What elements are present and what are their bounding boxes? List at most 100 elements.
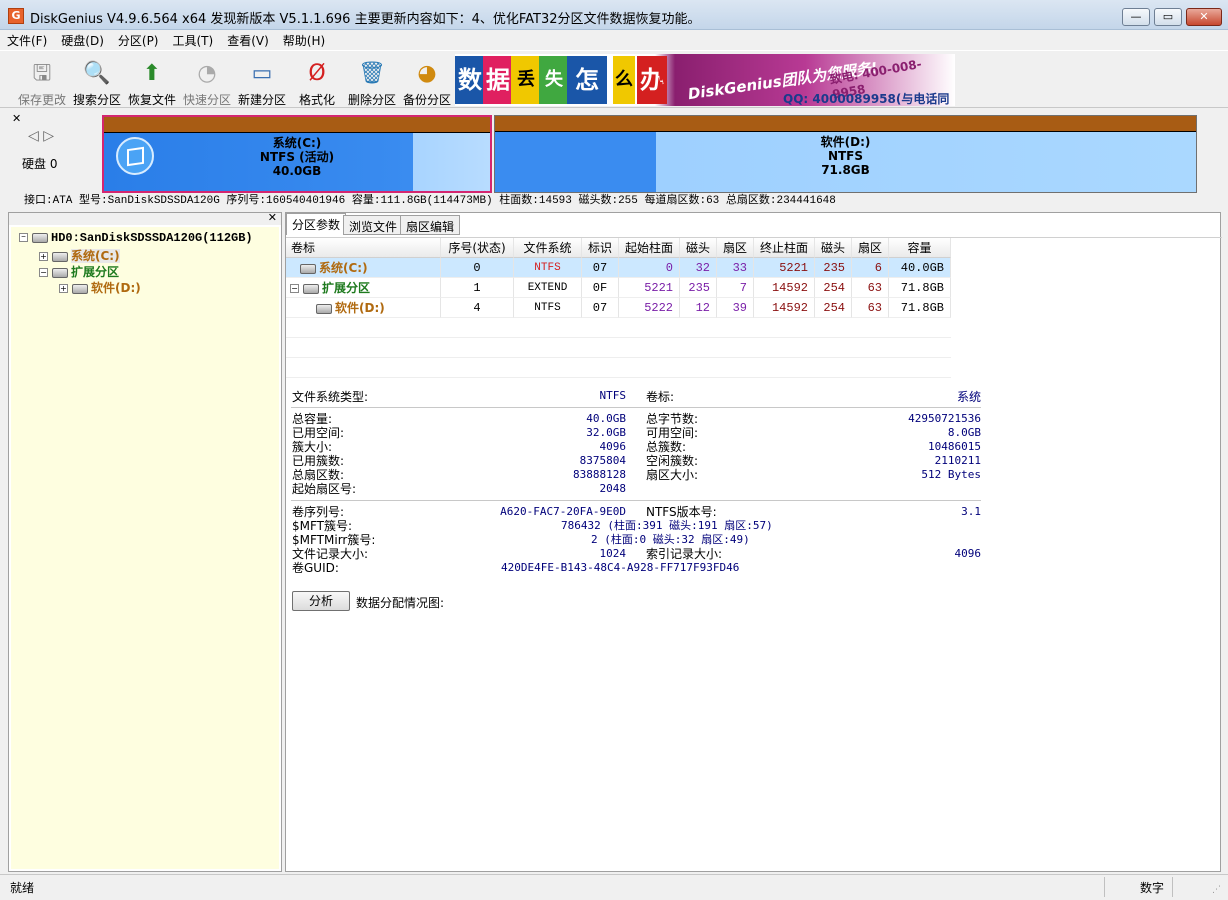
partition-d-block[interactable]: 软件(D:) NTFS 71.8GB [494, 115, 1197, 193]
partition-d-name: 软件(D:) [820, 135, 871, 149]
total-capacity-label: 总容量: [292, 412, 333, 426]
collapse-icon[interactable]: − [19, 233, 28, 243]
title-bar: G DiskGenius V4.9.6.564 x64 发现新版本 V5.1.1… [0, 0, 1228, 30]
col-index[interactable]: 序号(状态) [441, 238, 514, 258]
detail-left-values: 40.0GB 32.0GB 4096 8375804 83888128 2048 [466, 412, 626, 496]
minimize-button[interactable]: — [1122, 8, 1150, 26]
banner-char-4: 失 [539, 56, 569, 104]
banner-char-6: 么 [613, 56, 635, 104]
backup-partition-button[interactable]: ◕ 备份分区 [399, 56, 455, 108]
partition-table: 卷标 序号(状态) 文件系统 标识 起始柱面 磁头 扇区 终止柱面 磁头 扇区 … [286, 237, 1222, 383]
disk-tree-pane: ✕ − HD0:SanDiskSDSSDA120G(112GB) + 系统(C:) … [8, 211, 282, 872]
close-diskmap-icon[interactable]: ✕ [12, 112, 21, 125]
status-text: 就绪 [10, 881, 35, 895]
cell-start-sector: 33 [717, 258, 754, 278]
search-partition-button[interactable]: 🔍 搜索分区 [69, 56, 125, 108]
window-title: DiskGenius V4.9.6.564 x64 发现新版本 V5.1.1.6… [30, 12, 701, 27]
disk-nav-arrows[interactable]: ◁ ▷ [28, 128, 54, 144]
divider [291, 500, 981, 501]
format-button[interactable]: Ø 格式化 [289, 56, 345, 108]
col-end-cyl[interactable]: 终止柱面 [754, 238, 815, 258]
cell-start-sector: 7 [717, 278, 754, 298]
expand-icon[interactable]: + [59, 284, 68, 293]
collapse-icon[interactable]: − [39, 268, 48, 277]
col-start-cyl[interactable]: 起始柱面 [619, 238, 680, 258]
tab-sector-editor[interactable]: 扇区编辑 [400, 215, 461, 235]
col-start-sector[interactable]: 扇区 [717, 238, 754, 258]
partition-c-block[interactable]: 系统(C:) NTFS (活动) 40.0GB [102, 115, 492, 193]
format-label: 格式化 [298, 93, 335, 107]
menu-view[interactable]: 查看(V) [220, 30, 276, 49]
ntfs-version-value: 3.1 [961, 505, 981, 518]
cell-index: 0 [441, 258, 514, 278]
total-capacity-value: 40.0GB [586, 412, 626, 425]
detail-ntfs-values: A620-FAC7-20FA-9E0D 786432 (柱面:391 磁头:19… [426, 505, 773, 575]
cell-start-sector: 39 [717, 298, 754, 318]
col-id[interactable]: 标识 [582, 238, 619, 258]
tab-browse-files[interactable]: 浏览文件 [343, 215, 404, 235]
tree-c-label: 系统(C:) [71, 249, 120, 263]
disk-icon [32, 232, 48, 243]
col-start-head[interactable]: 磁头 [680, 238, 717, 258]
tree-node-extended[interactable]: − 扩展分区 [39, 263, 119, 280]
tree-node-disk[interactable]: − HD0:SanDiskSDSSDA120G(112GB) [19, 231, 253, 245]
save-changes-button[interactable]: 🖫 保存更改 [14, 56, 70, 108]
cell-id: 07 [582, 298, 619, 318]
file-record-size-value: 1024 [599, 547, 627, 560]
col-end-sector[interactable]: 扇区 [852, 238, 889, 258]
menu-disk[interactable]: 硬盘(D) [54, 30, 111, 49]
extended-partition-icon [52, 267, 68, 278]
maximize-button[interactable]: ▭ [1154, 8, 1182, 26]
recover-icon: ⬆ [142, 61, 162, 86]
cell-volume-text: 系统(C:) [319, 261, 368, 275]
cell-fs: NTFS [514, 298, 582, 318]
disk-info: 接口:ATA 型号:SanDiskSDSSDA120G 序列号:16054040… [24, 195, 836, 207]
collapse-icon[interactable]: − [290, 284, 299, 293]
new-partition-button[interactable]: ▭ 新建分区 [234, 56, 290, 108]
start-sector-value: 2048 [599, 482, 627, 495]
banner-qq: QQ: 4000089958(与电话同号) [783, 92, 950, 106]
detail-ntfs-right-values: 3.1 4096 [821, 505, 982, 561]
menu-tools[interactable]: 工具(T) [166, 30, 221, 49]
empty-row [286, 358, 951, 378]
partition-c-fs: NTFS (活动) [259, 150, 335, 164]
total-bytes-value: 42950721536 [908, 412, 981, 425]
menu-help[interactable]: 帮助(H) [276, 30, 332, 49]
empty-row [286, 338, 951, 358]
mftmirr-cluster-label: $MFTMirr簇号: [292, 533, 376, 547]
index-record-size-value: 4096 [954, 547, 982, 560]
delete-partition-button[interactable]: 🗑 删除分区 [344, 56, 400, 108]
ad-banner[interactable]: 数 据 丢 失 怎 么 办 ! DiskGenius团队为您服务! 致电: 40… [455, 54, 955, 106]
tab-partition-params[interactable]: 分区参数 [286, 213, 347, 235]
col-fs[interactable]: 文件系统 [514, 238, 582, 258]
resize-grip-icon[interactable]: ⋰ [1212, 885, 1221, 895]
menu-file[interactable]: 文件(F) [0, 30, 54, 49]
expand-icon[interactable]: + [39, 252, 48, 261]
cell-end-head: 235 [815, 258, 852, 278]
col-volume[interactable]: 卷标 [286, 238, 441, 258]
col-capacity[interactable]: 容量 [889, 238, 951, 258]
partition-icon [52, 251, 68, 262]
mft-cluster-label: $MFT簇号: [292, 519, 353, 533]
index-record-size-label: 索引记录大小: [646, 547, 723, 561]
partition-icon [72, 283, 88, 294]
menu-bar: 文件(F) 硬盘(D) 分区(P) 工具(T) 查看(V) 帮助(H) [0, 30, 1228, 50]
col-end-head[interactable]: 磁头 [815, 238, 852, 258]
disk-label: 硬盘 0 [22, 157, 58, 171]
quick-partition-icon: ◔ [197, 61, 217, 86]
tree-node-d[interactable]: + 软件(D:) [59, 279, 141, 296]
close-button[interactable]: ✕ [1186, 8, 1222, 26]
partition-c-text: 系统(C:) NTFS (活动) 40.0GB [104, 136, 490, 178]
free-clusters-label: 空闲簇数: [646, 454, 699, 468]
quick-partition-button[interactable]: ◔ 快速分区 [179, 56, 235, 108]
analyze-button[interactable]: 分析 [292, 591, 350, 611]
empty-row [286, 318, 951, 338]
menu-partition[interactable]: 分区(P) [111, 30, 166, 49]
recover-files-button[interactable]: ⬆ 恢复文件 [124, 56, 180, 108]
total-clusters-value: 10486015 [928, 440, 981, 453]
free-space-label: 可用空间: [646, 426, 699, 440]
save-icon: 🖫 [32, 61, 52, 86]
close-tree-icon[interactable]: ✕ [268, 211, 277, 224]
used-space-label: 已用空间: [292, 426, 345, 440]
tree-node-c[interactable]: + 系统(C:) [39, 247, 120, 264]
